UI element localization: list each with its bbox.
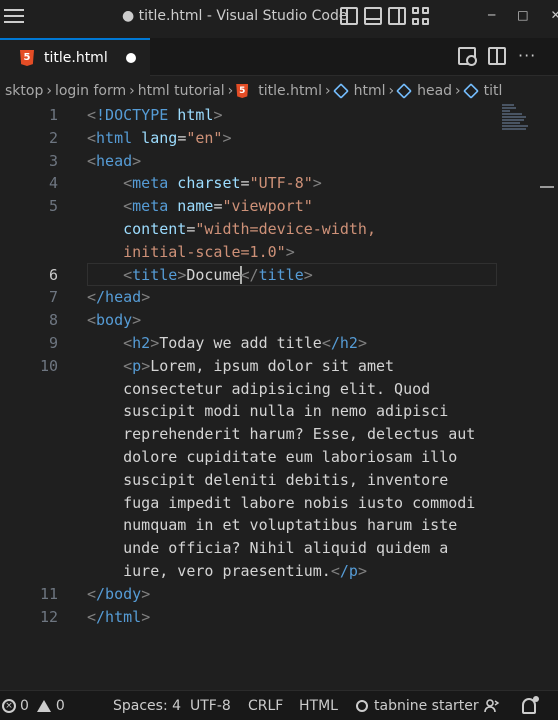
overview-ruler-marker (540, 186, 554, 188)
toggle-primary-sidebar-icon[interactable] (340, 7, 358, 25)
menu-icon[interactable] (4, 9, 24, 25)
warning-icon (36, 700, 51, 712)
tab-title-html[interactable]: 5 title.html (0, 38, 150, 76)
html5-icon: 5 (236, 84, 249, 98)
code-line-10-wrap: consectetur adipisicing elit. Quod (123, 379, 431, 398)
code-line-8: <body> (87, 311, 142, 330)
breadcrumb-item: html (353, 83, 386, 99)
open-preview-icon[interactable] (458, 47, 477, 66)
line-number: 7 (48, 288, 58, 307)
code-line-10-wrap: numquam in et voluptatibus harum iste (123, 516, 458, 535)
line-number: 2 (48, 128, 58, 147)
line-number: 4 (48, 174, 58, 193)
title-bar: ● title.html - Visual Studio Code ─ □ ✕ (0, 0, 558, 34)
feedback-icon[interactable] (484, 698, 500, 714)
chevron-right-icon: › (46, 83, 52, 99)
breadcrumb-item[interactable]: html tutorial (138, 83, 225, 99)
chevron-right-icon: › (129, 83, 135, 99)
toggle-secondary-sidebar-icon[interactable] (388, 7, 406, 25)
code-editor[interactable]: 1 2 3 4 5 6 7 8 9 10 11 12 <!DOCTYPE htm… (0, 104, 558, 684)
symbol-field-icon (396, 83, 412, 99)
notifications-bell-icon[interactable] (522, 696, 539, 714)
line-number: 8 (48, 311, 58, 330)
code-line-9: <h2>Today we add title</h2> (123, 334, 367, 352)
code-line-10-wrap: unde officia? Nihil aliquid quidem a (123, 539, 449, 558)
line-number-active: 6 (48, 265, 58, 284)
split-editor-icon[interactable] (488, 47, 506, 65)
breadcrumb-item[interactable]: sktop (5, 83, 43, 99)
status-bar: × 0 0 Spaces: 4 UTF-8 CRLF HTML tabnine … (0, 690, 558, 720)
breadcrumb: sktop › login form › html tutorial › 5 t… (0, 78, 558, 104)
indentation-indicator[interactable]: Spaces: 4 (113, 698, 181, 714)
breadcrumb-item: titl (483, 83, 503, 99)
more-actions-icon[interactable]: ··· (518, 47, 536, 65)
code-line-2: <html lang="en"> (87, 128, 232, 147)
code-line-1: <!DOCTYPE html> (87, 106, 223, 124)
minimap[interactable] (502, 104, 532, 134)
line-number: 1 (48, 106, 58, 124)
chevron-right-icon: › (324, 83, 331, 99)
breadcrumb-symbol[interactable]: html (332, 83, 386, 99)
code-line-6: <title>Docume</title> (123, 265, 313, 285)
close-button[interactable]: ✕ (551, 8, 558, 22)
code-line-5-wrap-2: initial-scale=1.0"> (123, 242, 295, 261)
breadcrumb-symbol[interactable]: titl (462, 83, 503, 99)
line-number: 5 (48, 197, 58, 216)
code-line-11: </body> (87, 584, 151, 603)
code-line-10-wrap: suscipit deleniti debitis, inventore (123, 470, 449, 489)
code-line-5-wrap-1: content="width=device-width, (123, 220, 376, 238)
tabnine-label: tabnine starter (374, 698, 479, 714)
symbol-field-icon (332, 83, 349, 99)
breadcrumb-item: title.html (258, 83, 322, 99)
problems-indicator[interactable]: × 0 0 (2, 698, 65, 714)
tabnine-indicator[interactable]: tabnine starter (356, 698, 479, 714)
minimize-button[interactable]: ─ (488, 8, 495, 22)
breadcrumb-symbol[interactable]: head (396, 83, 453, 99)
chevron-right-icon: › (388, 83, 395, 99)
symbol-field-icon (462, 83, 479, 99)
code-line-10-wrap: iure, vero praesentium.</p> (123, 562, 367, 580)
code-line-12: </html> (87, 607, 151, 626)
customize-layout-icon[interactable] (412, 7, 430, 25)
language-mode-indicator[interactable]: HTML (299, 698, 338, 714)
chevron-right-icon: › (227, 83, 234, 99)
tab-label: title.html (44, 50, 108, 66)
code-line-10-wrap: suscipit modi nulla in nemo adipisci (123, 402, 449, 421)
maximize-button[interactable]: □ (517, 8, 528, 22)
line-number: 9 (48, 334, 58, 352)
line-number: 11 (39, 584, 58, 603)
code-line-10-wrap: reprehenderit harum? Esse, delectus aut (123, 425, 476, 444)
line-number: 3 (48, 151, 58, 170)
code-line-7: </head> (87, 288, 151, 307)
code-line-3: <head> (87, 151, 142, 170)
warning-count: 0 (55, 698, 65, 714)
html5-icon: 5 (20, 50, 34, 66)
code-line-10: <p>Lorem, ipsum dolor sit amet (123, 356, 395, 375)
code-line-5: <meta name="viewport" (123, 197, 313, 216)
tab-bar: 5 title.html ··· (0, 38, 558, 76)
code-line-10-wrap: fuga impedit labore nobis iusto commodi (123, 493, 476, 512)
breadcrumb-file[interactable]: 5 title.html (236, 83, 322, 99)
encoding-indicator[interactable]: UTF-8 (190, 698, 231, 714)
code-line-10-wrap: dolore cupiditate eum laboriosam illo (123, 448, 458, 466)
unsaved-dot-icon[interactable] (126, 53, 136, 63)
line-number: 12 (39, 607, 58, 626)
breadcrumb-item: head (417, 83, 453, 99)
breadcrumb-item[interactable]: login form (55, 83, 126, 99)
error-icon: × (2, 699, 16, 713)
code-line-4: <meta charset="UTF-8"> (123, 174, 322, 193)
window-title: ● title.html - Visual Studio Code (122, 8, 348, 24)
chevron-right-icon: › (455, 83, 461, 99)
line-number: 10 (39, 356, 58, 375)
eol-indicator[interactable]: CRLF (248, 698, 283, 714)
error-count: 0 (20, 698, 29, 714)
toggle-panel-icon[interactable] (364, 7, 382, 25)
tabnine-icon (356, 700, 368, 712)
